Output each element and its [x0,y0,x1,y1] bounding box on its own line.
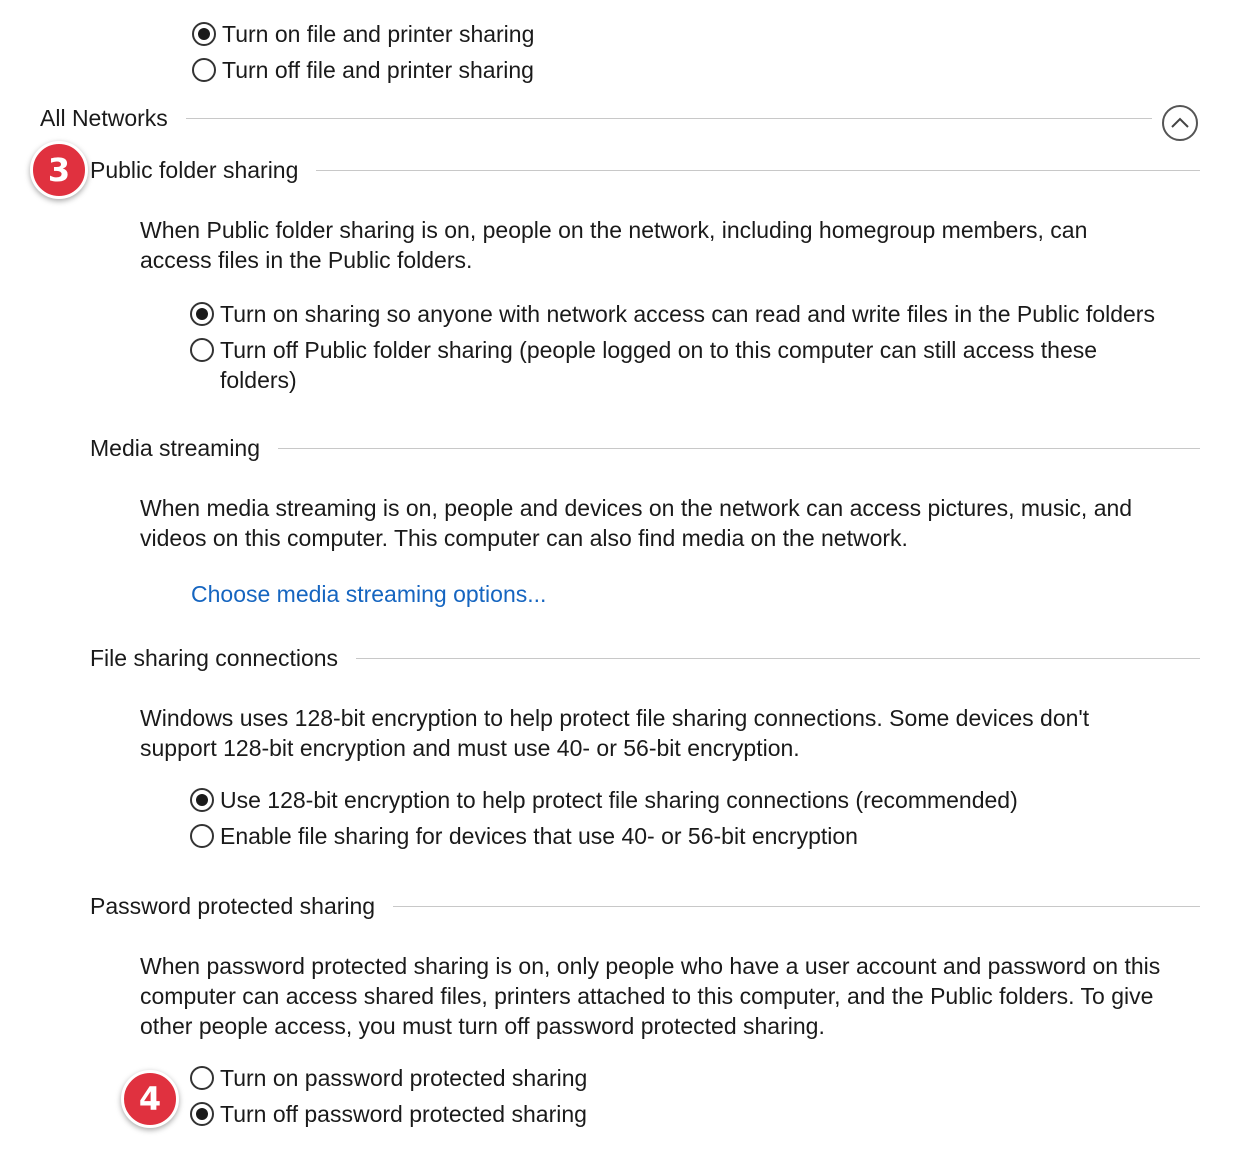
radio-button[interactable] [190,1066,214,1090]
radio-public-folder-off[interactable]: Turn off Public folder sharing (people l… [190,335,1097,395]
radio-128-bit-encryption[interactable]: Use 128-bit encryption to help protect f… [190,785,1018,815]
radio-button[interactable] [190,338,214,362]
divider [356,657,1200,659]
radio-label: Turn on file and printer sharing [222,21,535,47]
step-4-badge: 4 [121,1070,179,1128]
public-folder-sharing-header: Public folder sharing [90,155,1200,185]
radio-label: Enable file sharing for devices that use… [220,823,858,849]
public-folder-description: When Public folder sharing is on, people… [140,217,1088,273]
divider [185,117,1152,119]
media-streaming-header: Media streaming [90,433,1200,463]
choose-media-streaming-options-link[interactable]: Choose media streaming options... [191,579,546,609]
radio-label: Turn off password protected sharing [220,1101,587,1127]
divider [316,169,1200,171]
all-networks-header: All Networks [40,103,1152,133]
media-streaming-description: When media streaming is on, people and d… [140,495,1133,551]
file-sharing-connections-header: File sharing connections [90,643,1200,673]
radio-turn-on-file-printer-sharing[interactable]: Turn on file and printer sharing [192,19,534,49]
radio-40-56-bit-encryption[interactable]: Enable file sharing for devices that use… [190,821,858,851]
radio-button[interactable] [192,22,216,46]
divider [393,905,1200,907]
radio-label: Turn on sharing so anyone with network a… [220,301,1155,327]
radio-button[interactable] [190,824,214,848]
radio-button[interactable] [190,302,214,326]
password-protected-sharing-title: Password protected sharing [90,893,376,919]
radio-public-folder-on[interactable]: Turn on sharing so anyone with network a… [190,299,1155,329]
radio-password-sharing-on[interactable]: Turn on password protected sharing [190,1063,587,1093]
divider [278,447,1200,449]
radio-password-sharing-off[interactable]: Turn off password protected sharing [190,1099,587,1129]
radio-label: Turn off Public folder sharing (people l… [220,337,1098,393]
radio-button[interactable] [192,58,216,82]
radio-button[interactable] [190,788,214,812]
public-folder-sharing-title: Public folder sharing [90,157,299,183]
radio-turn-off-file-printer-sharing[interactable]: Turn off file and printer sharing [192,55,534,85]
chevron-up-icon [1171,117,1189,128]
media-streaming-title: Media streaming [90,435,261,461]
radio-label: Turn off file and printer sharing [222,57,534,83]
collapse-all-networks-button[interactable] [1162,105,1198,141]
file-sharing-description: Windows uses 128-bit encryption to help … [140,705,1090,761]
file-sharing-connections-title: File sharing connections [90,645,339,671]
radio-label: Use 128-bit encryption to help protect f… [220,787,1018,813]
step-3-badge: 3 [30,141,88,199]
radio-label: Turn on password protected sharing [220,1065,588,1091]
password-protected-sharing-header: Password protected sharing [90,891,1200,921]
radio-button[interactable] [190,1102,214,1126]
all-networks-title: All Networks [40,105,168,131]
password-sharing-description: When password protected sharing is on, o… [140,953,1161,1039]
